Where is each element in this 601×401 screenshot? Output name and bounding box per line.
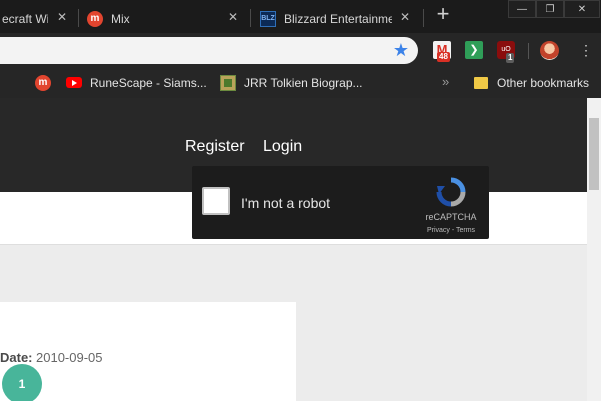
content-card: Date: 2010-09-05 bbox=[0, 302, 296, 401]
maximize-button[interactable]: ❐ bbox=[536, 0, 564, 18]
tab-separator bbox=[250, 9, 251, 27]
youtube-icon bbox=[66, 77, 82, 88]
recaptcha-privacy-terms[interactable]: Privacy - Terms bbox=[420, 227, 482, 234]
recaptcha-checkbox[interactable] bbox=[202, 187, 230, 215]
tab-strip: ecraft Wi ✕ m Mix ✕ BLZ Blizzard Enterta… bbox=[0, 0, 601, 33]
gmail-unread-badge: 48 bbox=[437, 52, 450, 62]
close-icon[interactable]: ✕ bbox=[57, 10, 67, 24]
bookmark-label: JRR Tolkien Biograp... bbox=[244, 75, 363, 90]
tab-separator bbox=[423, 9, 424, 27]
recaptcha-widget: I'm not a robot reCAPTCHA Privacy - Term… bbox=[192, 166, 489, 239]
scrollbar-thumb[interactable] bbox=[589, 118, 599, 190]
bookmarks-overflow-icon[interactable]: » bbox=[442, 74, 449, 89]
window-controls: — ❐ ✕ bbox=[508, 0, 600, 18]
browser-toolbar: ★ M 48 ❯ uO 1 ⋮ bbox=[0, 33, 601, 67]
minimize-button[interactable]: — bbox=[508, 0, 536, 18]
recaptcha-label: I'm not a robot bbox=[241, 195, 331, 211]
pocket-extension-icon[interactable]: ❯ bbox=[465, 41, 483, 59]
tab-minecraft-wiki[interactable]: ecraft Wi ✕ bbox=[0, 4, 75, 33]
blizzard-icon: BLZ bbox=[260, 10, 276, 27]
other-bookmarks[interactable]: Other bookmarks bbox=[474, 74, 589, 91]
other-bookmarks-label: Other bookmarks bbox=[497, 75, 590, 90]
toolbar-divider bbox=[528, 43, 529, 59]
profile-avatar[interactable] bbox=[540, 41, 559, 60]
bookmark-tolkien[interactable]: JRR Tolkien Biograp... bbox=[220, 74, 363, 91]
bookmark-label: RuneScape - Siams... bbox=[90, 75, 207, 90]
date-value: 2010-09-05 bbox=[36, 350, 103, 365]
mix-icon: m bbox=[87, 10, 103, 27]
bookmark-star-icon[interactable]: ★ bbox=[393, 40, 409, 60]
recaptcha-logo-icon bbox=[436, 177, 466, 207]
tab-title: Blizzard Entertainme bbox=[284, 11, 392, 26]
book-icon bbox=[220, 74, 236, 91]
bookmark-mix[interactable]: m bbox=[35, 74, 51, 91]
window-close-button[interactable]: ✕ bbox=[564, 0, 600, 18]
ublock-count-badge: 1 bbox=[506, 53, 515, 63]
tab-title: Mix bbox=[111, 11, 130, 26]
mix-icon: m bbox=[35, 74, 51, 91]
close-icon[interactable]: ✕ bbox=[400, 10, 410, 24]
tab-title: ecraft Wi bbox=[2, 11, 48, 26]
tab-mix[interactable]: m Mix ✕ bbox=[87, 4, 245, 33]
web-page: Register Login I'm not a robot reCAPTCHA… bbox=[0, 98, 587, 401]
bookmark-runescape[interactable]: RuneScape - Siams... bbox=[66, 74, 207, 91]
chrome-menu-icon[interactable]: ⋮ bbox=[579, 41, 593, 59]
new-tab-button[interactable]: + bbox=[432, 3, 454, 26]
counter-badge[interactable]: 1 bbox=[2, 364, 42, 401]
bookmarks-bar: m RuneScape - Siams... JRR Tolkien Biogr… bbox=[0, 67, 601, 98]
folder-icon bbox=[474, 76, 488, 89]
register-link[interactable]: Register bbox=[185, 138, 245, 156]
tab-separator bbox=[78, 9, 79, 27]
tab-blizzard[interactable]: BLZ Blizzard Entertainme ✕ bbox=[260, 4, 420, 33]
recaptcha-brand: reCAPTCHA bbox=[425, 212, 477, 222]
date-label: Date: bbox=[0, 350, 33, 365]
address-bar[interactable]: ★ bbox=[0, 37, 418, 64]
close-icon[interactable]: ✕ bbox=[228, 10, 238, 24]
login-link[interactable]: Login bbox=[263, 138, 302, 156]
